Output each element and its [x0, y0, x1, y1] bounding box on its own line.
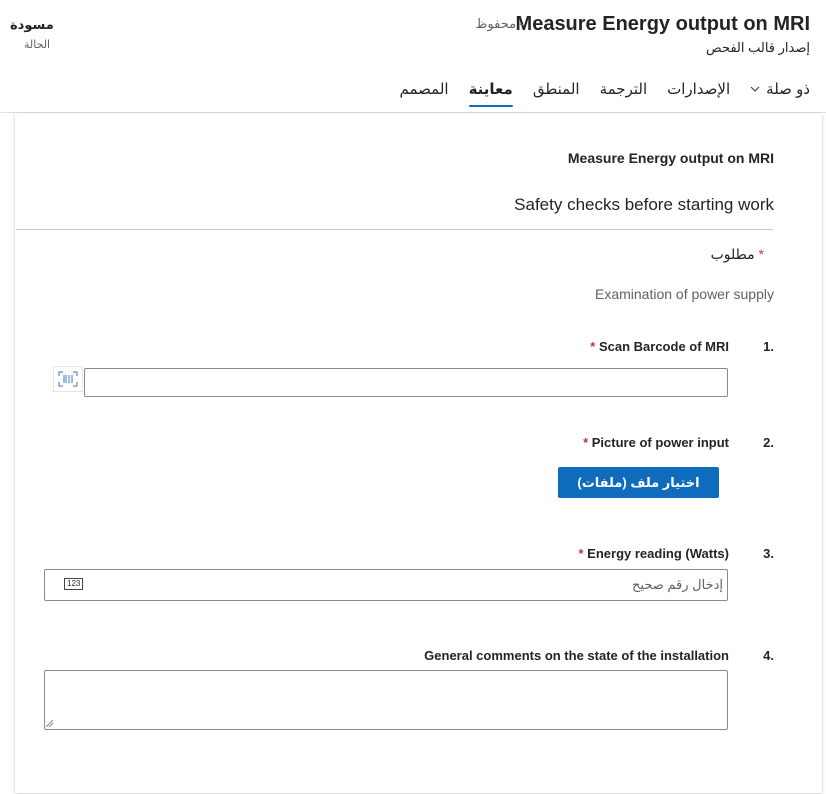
question-label: * Picture of power input	[583, 435, 729, 450]
template-title: Measure Energy output on MRI	[515, 13, 810, 35]
question-number: 4.	[763, 648, 774, 663]
barcode-icon[interactable]	[53, 366, 83, 392]
number-icon: 123	[64, 578, 84, 590]
question-number: 1.	[763, 339, 774, 354]
tab-related[interactable]: ذو صلة	[750, 80, 810, 104]
required-star: *	[758, 246, 764, 262]
question-number: 3.	[763, 546, 774, 561]
saved-status: - محفوظ	[475, 16, 524, 31]
tab-logic[interactable]: المنطق	[533, 80, 580, 104]
section-divider	[16, 229, 773, 230]
tab-translation[interactable]: الترجمة	[600, 80, 648, 104]
section-title: Safety checks before starting work	[514, 195, 774, 214]
tab-versions[interactable]: الإصدارات	[667, 80, 730, 104]
tab-bar: المصمم معاينة المنطق الترجمة الإصدارات ذ…	[399, 80, 810, 107]
energy-reading-placeholder: إدخال رقم صحيح	[632, 577, 723, 592]
question-label: * Energy reading (Watts)	[578, 546, 729, 561]
status-label: الحالة	[24, 39, 51, 51]
question-label: General comments on the state of the ins…	[424, 648, 729, 663]
question-label: * Scan Barcode of MRI	[590, 339, 729, 354]
energy-reading-input[interactable]	[44, 569, 728, 601]
barcode-input[interactable]	[84, 368, 728, 397]
tab-designer[interactable]: المصمم	[399, 80, 448, 104]
form-title: Measure Energy output on MRI	[567, 150, 774, 166]
resize-grip-icon[interactable]	[44, 718, 54, 728]
chevron-down-icon	[750, 86, 760, 92]
comments-textarea[interactable]	[44, 670, 728, 730]
required-note: * مطلوب	[710, 246, 764, 262]
status-value: مسودة	[10, 17, 54, 32]
tab-preview[interactable]: معاينة	[468, 80, 514, 107]
question-number: 2.	[763, 435, 774, 450]
page-subtitle: إصدار قالب الفحص	[706, 40, 810, 55]
choose-files-button[interactable]: اختيار ملف (ملفات)	[558, 467, 719, 498]
section-description: Examination of power supply	[595, 286, 774, 302]
